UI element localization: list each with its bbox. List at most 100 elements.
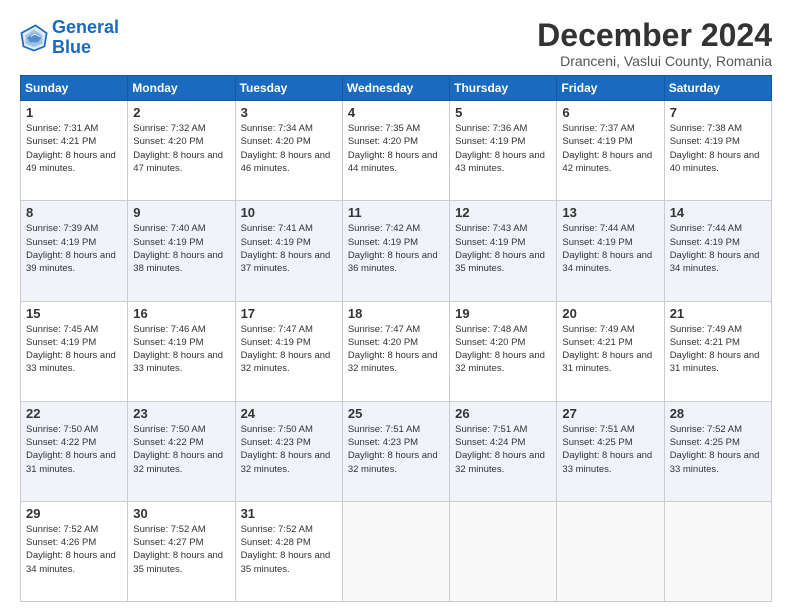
table-row bbox=[557, 501, 664, 601]
day-number: 20 bbox=[562, 306, 658, 321]
day-number: 9 bbox=[133, 205, 229, 220]
day-number: 26 bbox=[455, 406, 551, 421]
table-row: 11 Sunrise: 7:42 AMSunset: 4:19 PMDaylig… bbox=[342, 201, 449, 301]
table-row bbox=[342, 501, 449, 601]
day-info: Sunrise: 7:43 AMSunset: 4:19 PMDaylight:… bbox=[455, 222, 551, 275]
table-row: 5 Sunrise: 7:36 AMSunset: 4:19 PMDayligh… bbox=[450, 101, 557, 201]
day-info: Sunrise: 7:36 AMSunset: 4:19 PMDaylight:… bbox=[455, 122, 551, 175]
day-info: Sunrise: 7:31 AMSunset: 4:21 PMDaylight:… bbox=[26, 122, 122, 175]
day-info: Sunrise: 7:37 AMSunset: 4:19 PMDaylight:… bbox=[562, 122, 658, 175]
day-number: 29 bbox=[26, 506, 122, 521]
col-tuesday: Tuesday bbox=[235, 76, 342, 101]
table-row: 4 Sunrise: 7:35 AMSunset: 4:20 PMDayligh… bbox=[342, 101, 449, 201]
title-block: December 2024 Dranceni, Vaslui County, R… bbox=[537, 18, 772, 69]
table-row: 26 Sunrise: 7:51 AMSunset: 4:24 PMDaylig… bbox=[450, 401, 557, 501]
table-row: 7 Sunrise: 7:38 AMSunset: 4:19 PMDayligh… bbox=[664, 101, 771, 201]
day-number: 18 bbox=[348, 306, 444, 321]
page-header: General Blue December 2024 Dranceni, Vas… bbox=[20, 18, 772, 69]
col-monday: Monday bbox=[128, 76, 235, 101]
day-info: Sunrise: 7:52 AMSunset: 4:25 PMDaylight:… bbox=[670, 423, 766, 476]
day-number: 22 bbox=[26, 406, 122, 421]
day-number: 27 bbox=[562, 406, 658, 421]
calendar-row: 8 Sunrise: 7:39 AMSunset: 4:19 PMDayligh… bbox=[21, 201, 772, 301]
day-info: Sunrise: 7:51 AMSunset: 4:23 PMDaylight:… bbox=[348, 423, 444, 476]
location: Dranceni, Vaslui County, Romania bbox=[537, 53, 772, 69]
day-info: Sunrise: 7:52 AMSunset: 4:26 PMDaylight:… bbox=[26, 523, 122, 576]
table-row: 24 Sunrise: 7:50 AMSunset: 4:23 PMDaylig… bbox=[235, 401, 342, 501]
table-row: 22 Sunrise: 7:50 AMSunset: 4:22 PMDaylig… bbox=[21, 401, 128, 501]
day-info: Sunrise: 7:49 AMSunset: 4:21 PMDaylight:… bbox=[562, 323, 658, 376]
table-row bbox=[664, 501, 771, 601]
col-friday: Friday bbox=[557, 76, 664, 101]
day-number: 2 bbox=[133, 105, 229, 120]
day-number: 17 bbox=[241, 306, 337, 321]
month-title: December 2024 bbox=[537, 18, 772, 53]
day-info: Sunrise: 7:39 AMSunset: 4:19 PMDaylight:… bbox=[26, 222, 122, 275]
col-sunday: Sunday bbox=[21, 76, 128, 101]
day-info: Sunrise: 7:44 AMSunset: 4:19 PMDaylight:… bbox=[562, 222, 658, 275]
table-row: 21 Sunrise: 7:49 AMSunset: 4:21 PMDaylig… bbox=[664, 301, 771, 401]
day-number: 19 bbox=[455, 306, 551, 321]
col-saturday: Saturday bbox=[664, 76, 771, 101]
day-number: 23 bbox=[133, 406, 229, 421]
day-info: Sunrise: 7:34 AMSunset: 4:20 PMDaylight:… bbox=[241, 122, 337, 175]
calendar-row: 29 Sunrise: 7:52 AMSunset: 4:26 PMDaylig… bbox=[21, 501, 772, 601]
day-number: 15 bbox=[26, 306, 122, 321]
calendar-row: 15 Sunrise: 7:45 AMSunset: 4:19 PMDaylig… bbox=[21, 301, 772, 401]
day-info: Sunrise: 7:50 AMSunset: 4:22 PMDaylight:… bbox=[133, 423, 229, 476]
day-number: 24 bbox=[241, 406, 337, 421]
day-info: Sunrise: 7:38 AMSunset: 4:19 PMDaylight:… bbox=[670, 122, 766, 175]
day-number: 25 bbox=[348, 406, 444, 421]
table-row: 6 Sunrise: 7:37 AMSunset: 4:19 PMDayligh… bbox=[557, 101, 664, 201]
table-row: 3 Sunrise: 7:34 AMSunset: 4:20 PMDayligh… bbox=[235, 101, 342, 201]
day-number: 3 bbox=[241, 105, 337, 120]
day-number: 16 bbox=[133, 306, 229, 321]
calendar-row: 22 Sunrise: 7:50 AMSunset: 4:22 PMDaylig… bbox=[21, 401, 772, 501]
day-info: Sunrise: 7:48 AMSunset: 4:20 PMDaylight:… bbox=[455, 323, 551, 376]
logo-icon bbox=[20, 24, 48, 52]
day-info: Sunrise: 7:47 AMSunset: 4:19 PMDaylight:… bbox=[241, 323, 337, 376]
day-number: 14 bbox=[670, 205, 766, 220]
calendar-page: General Blue December 2024 Dranceni, Vas… bbox=[0, 0, 792, 612]
day-info: Sunrise: 7:35 AMSunset: 4:20 PMDaylight:… bbox=[348, 122, 444, 175]
day-number: 31 bbox=[241, 506, 337, 521]
calendar-row: 1 Sunrise: 7:31 AMSunset: 4:21 PMDayligh… bbox=[21, 101, 772, 201]
day-number: 21 bbox=[670, 306, 766, 321]
day-number: 8 bbox=[26, 205, 122, 220]
table-row: 27 Sunrise: 7:51 AMSunset: 4:25 PMDaylig… bbox=[557, 401, 664, 501]
table-row: 16 Sunrise: 7:46 AMSunset: 4:19 PMDaylig… bbox=[128, 301, 235, 401]
logo: General Blue bbox=[20, 18, 119, 58]
day-info: Sunrise: 7:52 AMSunset: 4:27 PMDaylight:… bbox=[133, 523, 229, 576]
day-number: 5 bbox=[455, 105, 551, 120]
day-info: Sunrise: 7:42 AMSunset: 4:19 PMDaylight:… bbox=[348, 222, 444, 275]
day-info: Sunrise: 7:50 AMSunset: 4:22 PMDaylight:… bbox=[26, 423, 122, 476]
table-row: 20 Sunrise: 7:49 AMSunset: 4:21 PMDaylig… bbox=[557, 301, 664, 401]
calendar-header-row: Sunday Monday Tuesday Wednesday Thursday… bbox=[21, 76, 772, 101]
day-number: 6 bbox=[562, 105, 658, 120]
day-info: Sunrise: 7:50 AMSunset: 4:23 PMDaylight:… bbox=[241, 423, 337, 476]
day-info: Sunrise: 7:45 AMSunset: 4:19 PMDaylight:… bbox=[26, 323, 122, 376]
table-row: 15 Sunrise: 7:45 AMSunset: 4:19 PMDaylig… bbox=[21, 301, 128, 401]
day-info: Sunrise: 7:49 AMSunset: 4:21 PMDaylight:… bbox=[670, 323, 766, 376]
table-row: 8 Sunrise: 7:39 AMSunset: 4:19 PMDayligh… bbox=[21, 201, 128, 301]
table-row: 2 Sunrise: 7:32 AMSunset: 4:20 PMDayligh… bbox=[128, 101, 235, 201]
table-row: 13 Sunrise: 7:44 AMSunset: 4:19 PMDaylig… bbox=[557, 201, 664, 301]
table-row: 18 Sunrise: 7:47 AMSunset: 4:20 PMDaylig… bbox=[342, 301, 449, 401]
table-row: 14 Sunrise: 7:44 AMSunset: 4:19 PMDaylig… bbox=[664, 201, 771, 301]
col-wednesday: Wednesday bbox=[342, 76, 449, 101]
col-thursday: Thursday bbox=[450, 76, 557, 101]
table-row bbox=[450, 501, 557, 601]
day-info: Sunrise: 7:46 AMSunset: 4:19 PMDaylight:… bbox=[133, 323, 229, 376]
table-row: 17 Sunrise: 7:47 AMSunset: 4:19 PMDaylig… bbox=[235, 301, 342, 401]
day-number: 28 bbox=[670, 406, 766, 421]
day-number: 1 bbox=[26, 105, 122, 120]
day-number: 7 bbox=[670, 105, 766, 120]
day-info: Sunrise: 7:52 AMSunset: 4:28 PMDaylight:… bbox=[241, 523, 337, 576]
day-info: Sunrise: 7:47 AMSunset: 4:20 PMDaylight:… bbox=[348, 323, 444, 376]
table-row: 10 Sunrise: 7:41 AMSunset: 4:19 PMDaylig… bbox=[235, 201, 342, 301]
logo-text: General Blue bbox=[52, 18, 119, 58]
day-info: Sunrise: 7:32 AMSunset: 4:20 PMDaylight:… bbox=[133, 122, 229, 175]
table-row: 1 Sunrise: 7:31 AMSunset: 4:21 PMDayligh… bbox=[21, 101, 128, 201]
day-info: Sunrise: 7:44 AMSunset: 4:19 PMDaylight:… bbox=[670, 222, 766, 275]
day-info: Sunrise: 7:41 AMSunset: 4:19 PMDaylight:… bbox=[241, 222, 337, 275]
